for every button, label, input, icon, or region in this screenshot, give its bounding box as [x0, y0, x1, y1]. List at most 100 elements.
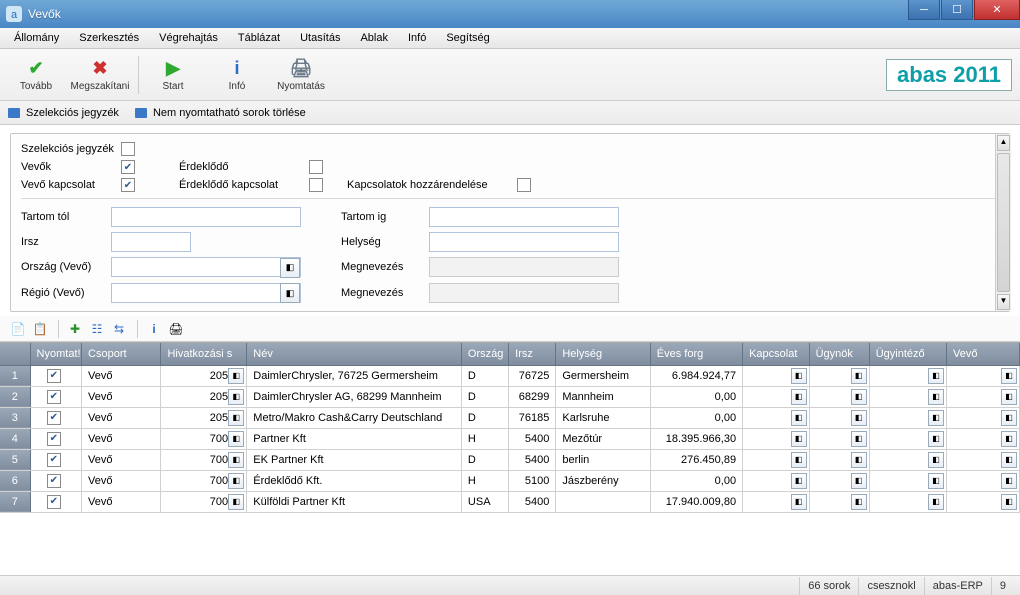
- filterbar-item[interactable]: Szelekciós jegyzék: [8, 107, 119, 119]
- menu-ablak[interactable]: Ablak: [350, 28, 398, 48]
- row-print-check[interactable]: [47, 495, 61, 509]
- col-header[interactable]: Csoport: [82, 343, 161, 365]
- lookup-icon[interactable]: ◧: [928, 389, 944, 405]
- lookup-icon[interactable]: ◧: [228, 473, 244, 489]
- col-header[interactable]: Hivatkozási s: [161, 343, 247, 365]
- input-tartom-ig[interactable]: [429, 207, 619, 227]
- form-scrollbar[interactable]: ▲ ▼: [995, 134, 1011, 311]
- grid-btn-4[interactable]: ☷: [87, 319, 107, 339]
- row-print-check[interactable]: [47, 453, 61, 467]
- lookup-icon[interactable]: ◧: [1001, 389, 1017, 405]
- col-header[interactable]: [0, 343, 30, 365]
- table-row[interactable]: 6Vevő70003◧Érdeklődő Kft.H5100Jászberény…: [0, 470, 1020, 491]
- row-print-check[interactable]: [47, 390, 61, 404]
- lookup-icon[interactable]: ◧: [928, 431, 944, 447]
- lookup-icon[interactable]: ◧: [851, 368, 867, 384]
- minimize-button[interactable]: ─: [908, 0, 940, 20]
- check-szelekcios[interactable]: [121, 142, 135, 156]
- lookup-icon[interactable]: ◧: [928, 494, 944, 510]
- lookup-icon[interactable]: ◧: [1001, 410, 1017, 426]
- menu-segítség[interactable]: Segítség: [436, 28, 499, 48]
- toolbar-infó-button[interactable]: iInfó: [207, 51, 267, 99]
- col-header[interactable]: Kapcsolat: [743, 343, 810, 365]
- lookup-icon[interactable]: ◧: [851, 410, 867, 426]
- toolbar-megszakítani-button[interactable]: ✖Megszakítani: [70, 51, 130, 99]
- col-header[interactable]: Név: [247, 343, 462, 365]
- toolbar-start-button[interactable]: ▶Start: [143, 51, 203, 99]
- table-row[interactable]: 1Vevő20586◧DaimlerChrysler, 76725 Germer…: [0, 365, 1020, 386]
- col-header[interactable]: Ügyintéző: [869, 343, 946, 365]
- col-header[interactable]: Éves forg: [650, 343, 742, 365]
- input-helyseg[interactable]: [429, 232, 619, 252]
- table-row[interactable]: 5Vevő70002◧EK Partner KftD5400berlin276.…: [0, 449, 1020, 470]
- lookup-icon[interactable]: ◧: [791, 473, 807, 489]
- lookup-icon[interactable]: ◧: [851, 389, 867, 405]
- lookup-icon[interactable]: ◧: [928, 368, 944, 384]
- input-irsz[interactable]: [111, 232, 191, 252]
- input-orszag[interactable]: [111, 257, 301, 277]
- lookup-icon[interactable]: ◧: [1001, 494, 1017, 510]
- check-vevok[interactable]: [121, 160, 135, 174]
- lookup-icon[interactable]: ◧: [228, 389, 244, 405]
- col-header[interactable]: Nyomtat!: [30, 343, 82, 365]
- filterbar-item[interactable]: Nem nyomtatható sorok törlése: [135, 107, 306, 119]
- col-header[interactable]: Ügynök: [809, 343, 869, 365]
- scroll-thumb[interactable]: [997, 153, 1010, 292]
- close-button[interactable]: ✕: [974, 0, 1020, 20]
- menu-utasítás[interactable]: Utasítás: [290, 28, 350, 48]
- table-row[interactable]: 4Vevő70001◧Partner KftH5400Mezőtúr18.395…: [0, 428, 1020, 449]
- check-kapcs-hozz[interactable]: [517, 178, 531, 192]
- lookup-icon[interactable]: ◧: [928, 473, 944, 489]
- lookup-icon[interactable]: ◧: [791, 452, 807, 468]
- lookup-icon[interactable]: ◧: [228, 494, 244, 510]
- toolbar-nyomtatás-button[interactable]: 🖨Nyomtatás: [271, 51, 331, 99]
- lookup-icon[interactable]: ◧: [228, 452, 244, 468]
- menu-szerkesztés[interactable]: Szerkesztés: [69, 28, 149, 48]
- menu-infó[interactable]: Infó: [398, 28, 436, 48]
- lookup-icon[interactable]: ◧: [928, 452, 944, 468]
- lookup-icon[interactable]: ◧: [228, 368, 244, 384]
- lookup-icon[interactable]: ◧: [1001, 473, 1017, 489]
- grid-btn-5[interactable]: ⇆: [109, 319, 129, 339]
- input-regio[interactable]: [111, 283, 301, 303]
- check-vevo-kapcsolat[interactable]: [121, 178, 135, 192]
- grid-btn-2[interactable]: 📋: [30, 319, 50, 339]
- check-erdeklodo[interactable]: [309, 160, 323, 174]
- col-header[interactable]: Irsz: [509, 343, 556, 365]
- lookup-icon[interactable]: ◧: [1001, 431, 1017, 447]
- row-print-check[interactable]: [47, 411, 61, 425]
- table-row[interactable]: 3Vevő20588◧Metro/Makro Cash&Carry Deutsc…: [0, 407, 1020, 428]
- table-row[interactable]: 2Vevő20587◧DaimlerChrysler AG, 68299 Man…: [0, 386, 1020, 407]
- lookup-icon[interactable]: ◧: [851, 431, 867, 447]
- row-print-check[interactable]: [47, 474, 61, 488]
- lookup-icon[interactable]: ◧: [228, 431, 244, 447]
- row-print-check[interactable]: [47, 369, 61, 383]
- grid-btn-info[interactable]: i: [144, 319, 164, 339]
- menu-táblázat[interactable]: Táblázat: [228, 28, 290, 48]
- lookup-icon[interactable]: ◧: [1001, 368, 1017, 384]
- lookup-icon[interactable]: ◧: [851, 452, 867, 468]
- menu-állomány[interactable]: Állomány: [4, 28, 69, 48]
- col-header[interactable]: Ország: [461, 343, 508, 365]
- lookup-orszag-icon[interactable]: ◧: [280, 258, 300, 278]
- maximize-button[interactable]: ☐: [941, 0, 973, 20]
- grid-btn-add[interactable]: ✚: [65, 319, 85, 339]
- lookup-icon[interactable]: ◧: [928, 410, 944, 426]
- lookup-icon[interactable]: ◧: [228, 410, 244, 426]
- input-tartom-tol[interactable]: [111, 207, 301, 227]
- lookup-icon[interactable]: ◧: [791, 389, 807, 405]
- lookup-icon[interactable]: ◧: [1001, 452, 1017, 468]
- toolbar-tovább-button[interactable]: ✔Tovább: [6, 51, 66, 99]
- lookup-icon[interactable]: ◧: [791, 410, 807, 426]
- scroll-up-icon[interactable]: ▲: [997, 135, 1010, 151]
- lookup-icon[interactable]: ◧: [851, 494, 867, 510]
- col-header[interactable]: Helység: [556, 343, 650, 365]
- lookup-icon[interactable]: ◧: [851, 473, 867, 489]
- grid-btn-print[interactable]: 🖨: [166, 319, 186, 339]
- lookup-regio-icon[interactable]: ◧: [280, 283, 300, 303]
- lookup-icon[interactable]: ◧: [791, 368, 807, 384]
- col-header[interactable]: Vevő: [946, 343, 1019, 365]
- scroll-down-icon[interactable]: ▼: [997, 294, 1010, 310]
- grid-btn-1[interactable]: 📄: [8, 319, 28, 339]
- menu-végrehajtás[interactable]: Végrehajtás: [149, 28, 228, 48]
